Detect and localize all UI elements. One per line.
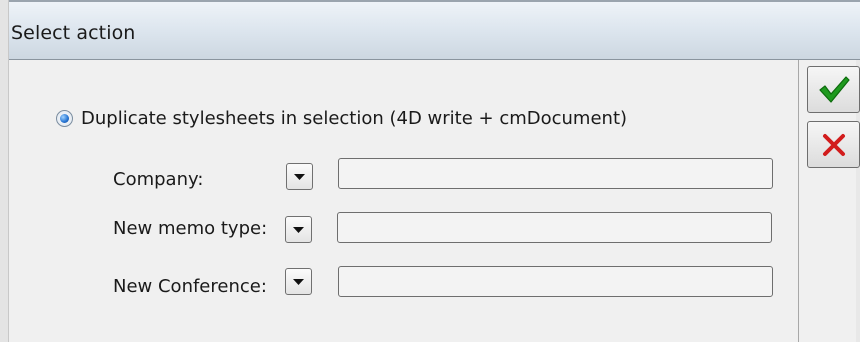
new-conference-label: New Conference: — [113, 276, 267, 297]
duplicate-stylesheets-option[interactable]: Duplicate stylesheets in selection (4D w… — [56, 108, 627, 129]
company-field[interactable] — [338, 158, 773, 189]
cross-icon — [822, 133, 845, 156]
window-left-border — [0, 0, 9, 342]
duplicate-stylesheets-radio[interactable] — [56, 110, 73, 127]
ok-button[interactable] — [807, 66, 860, 113]
select-action-dialog: Select action Duplicate stylesheets in s… — [0, 0, 860, 342]
window-title: Select action — [11, 22, 136, 44]
chevron-down-icon — [293, 226, 304, 233]
new-memo-type-field[interactable] — [337, 212, 772, 243]
cancel-button[interactable] — [807, 121, 860, 168]
button-panel-divider — [798, 60, 799, 342]
chevron-down-icon — [293, 278, 304, 285]
chevron-down-icon — [294, 173, 305, 180]
company-label: Company: — [113, 169, 204, 190]
title-bar: Select action — [0, 0, 860, 60]
checkmark-icon — [818, 75, 850, 103]
radio-selected-dot — [60, 114, 69, 123]
new-memo-type-label: New memo type: — [113, 218, 268, 239]
new-conference-field[interactable] — [338, 266, 773, 297]
new-memo-type-dropdown-button[interactable] — [285, 216, 312, 243]
new-conference-dropdown-button[interactable] — [285, 268, 312, 295]
duplicate-stylesheets-label: Duplicate stylesheets in selection (4D w… — [81, 108, 628, 129]
company-dropdown-button[interactable] — [286, 163, 313, 190]
